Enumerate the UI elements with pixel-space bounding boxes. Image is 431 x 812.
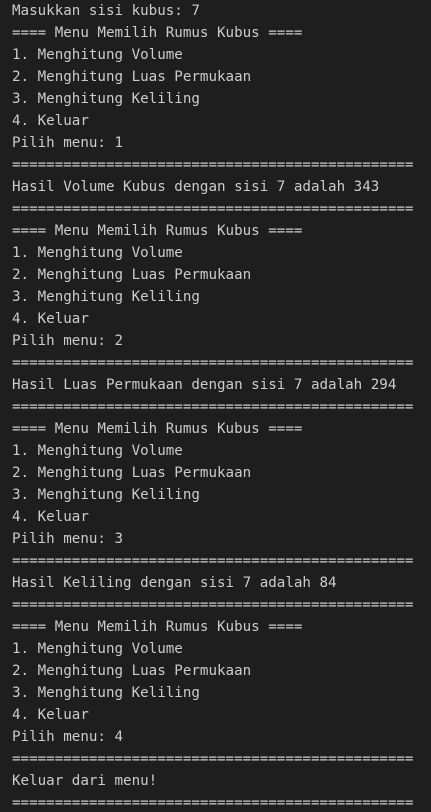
terminal-line: 4. Keluar <box>12 311 89 327</box>
terminal-line: Hasil Luas Permukaan dengan sisi 7 adala… <box>12 377 397 393</box>
terminal-line: Pilih menu: 2 <box>12 333 124 349</box>
terminal-line: ==== Menu Memilih Rumus Kubus ==== <box>12 25 303 41</box>
terminal-line: ========================================… <box>12 201 414 217</box>
terminal-line: ========================================… <box>12 399 414 415</box>
terminal-line: 4. Keluar <box>12 509 89 525</box>
terminal-line: 3. Menghitung Keliling <box>12 487 200 503</box>
terminal-line: Hasil Keliling dengan sisi 7 adalah 84 <box>12 575 337 591</box>
terminal-line: 2. Menghitung Luas Permukaan <box>12 465 252 481</box>
terminal-line: ========================================… <box>12 597 414 613</box>
terminal-line: ========================================… <box>12 795 414 811</box>
terminal-line: ========================================… <box>12 157 414 173</box>
terminal-line: ==== Menu Memilih Rumus Kubus ==== <box>12 223 303 239</box>
terminal-line: 1. Menghitung Volume <box>12 641 183 657</box>
terminal-line: 1. Menghitung Volume <box>12 245 183 261</box>
terminal-line: 4. Keluar <box>12 113 89 129</box>
terminal-line: Pilih menu: 1 <box>12 135 124 151</box>
terminal-line: ==== Menu Memilih Rumus Kubus ==== <box>12 619 303 635</box>
terminal-line: 3. Menghitung Keliling <box>12 289 200 305</box>
terminal-line: 3. Menghitung Keliling <box>12 685 200 701</box>
terminal-line: 1. Menghitung Volume <box>12 47 183 63</box>
terminal-line: 4. Keluar <box>12 707 89 723</box>
terminal-line: 2. Menghitung Luas Permukaan <box>12 663 252 679</box>
terminal-line: 3. Menghitung Keliling <box>12 91 200 107</box>
terminal-line: 2. Menghitung Luas Permukaan <box>12 267 252 283</box>
terminal-line: ========================================… <box>12 355 414 371</box>
terminal-line: ========================================… <box>12 553 414 569</box>
terminal-line: Keluar dari menu! <box>12 773 158 789</box>
terminal-line: Masukkan sisi kubus: 7 <box>12 3 200 19</box>
terminal-line: ========================================… <box>12 751 414 767</box>
terminal-output[interactable]: Masukkan sisi kubus: 7 ==== Menu Memilih… <box>0 0 431 812</box>
terminal-line: 2. Menghitung Luas Permukaan <box>12 69 252 85</box>
terminal-line: Pilih menu: 4 <box>12 729 124 745</box>
terminal-line: Pilih menu: 3 <box>12 531 124 547</box>
terminal-line: 1. Menghitung Volume <box>12 443 183 459</box>
terminal-line: ==== Menu Memilih Rumus Kubus ==== <box>12 421 303 437</box>
terminal-line: Hasil Volume Kubus dengan sisi 7 adalah … <box>12 179 380 195</box>
